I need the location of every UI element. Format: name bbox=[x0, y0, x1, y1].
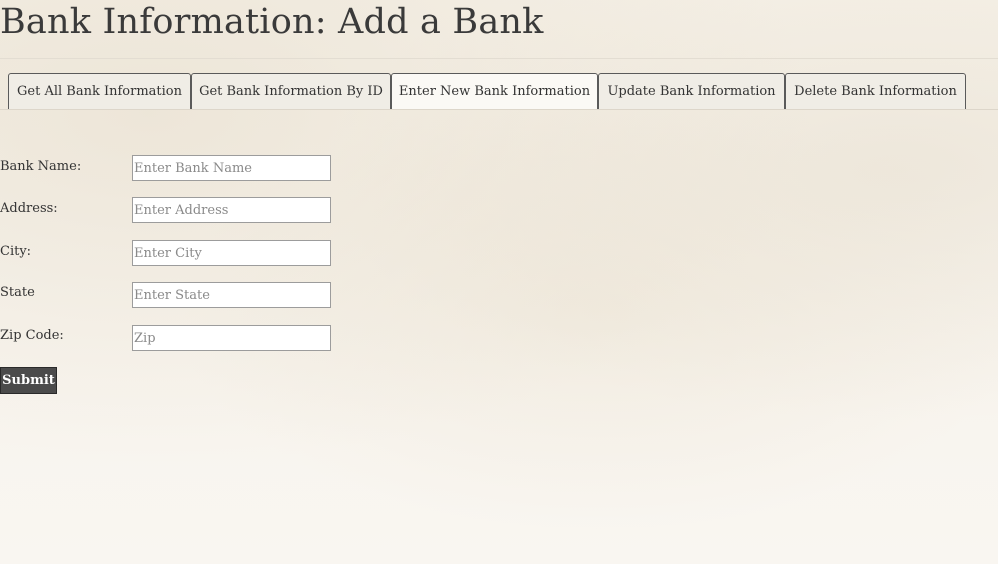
state-input[interactable] bbox=[132, 282, 331, 308]
form-row-city: City: bbox=[0, 240, 340, 266]
bank-name-input[interactable] bbox=[132, 155, 331, 181]
tab-bar: Get All Bank Information Get Bank Inform… bbox=[8, 73, 966, 110]
page-title: Bank Information: Add a Bank bbox=[0, 2, 544, 42]
zip-code-input[interactable] bbox=[132, 325, 331, 351]
form-row-zip-code: Zip Code: bbox=[0, 325, 340, 351]
tabs-divider bbox=[0, 109, 998, 110]
tab-enter-new-bank-information[interactable]: Enter New Bank Information bbox=[391, 73, 598, 110]
bank-name-label: Bank Name: bbox=[0, 159, 82, 174]
tab-delete-bank-information[interactable]: Delete Bank Information bbox=[785, 73, 966, 110]
form-row-state: State bbox=[0, 282, 340, 308]
tab-get-all-bank-information[interactable]: Get All Bank Information bbox=[8, 73, 191, 110]
tab-get-bank-information-by-id[interactable]: Get Bank Information By ID bbox=[191, 73, 391, 110]
state-label: State bbox=[0, 285, 35, 300]
city-input[interactable] bbox=[132, 240, 331, 266]
title-divider bbox=[0, 58, 998, 59]
address-input[interactable] bbox=[132, 197, 331, 223]
address-label: Address: bbox=[0, 201, 58, 216]
tab-update-bank-information[interactable]: Update Bank Information bbox=[598, 73, 785, 110]
form-row-address: Address: bbox=[0, 197, 340, 223]
zip-code-label: Zip Code: bbox=[0, 328, 64, 343]
form-row-bank-name: Bank Name: bbox=[0, 155, 340, 181]
submit-button[interactable]: Submit bbox=[0, 367, 57, 394]
city-label: City: bbox=[0, 244, 32, 259]
